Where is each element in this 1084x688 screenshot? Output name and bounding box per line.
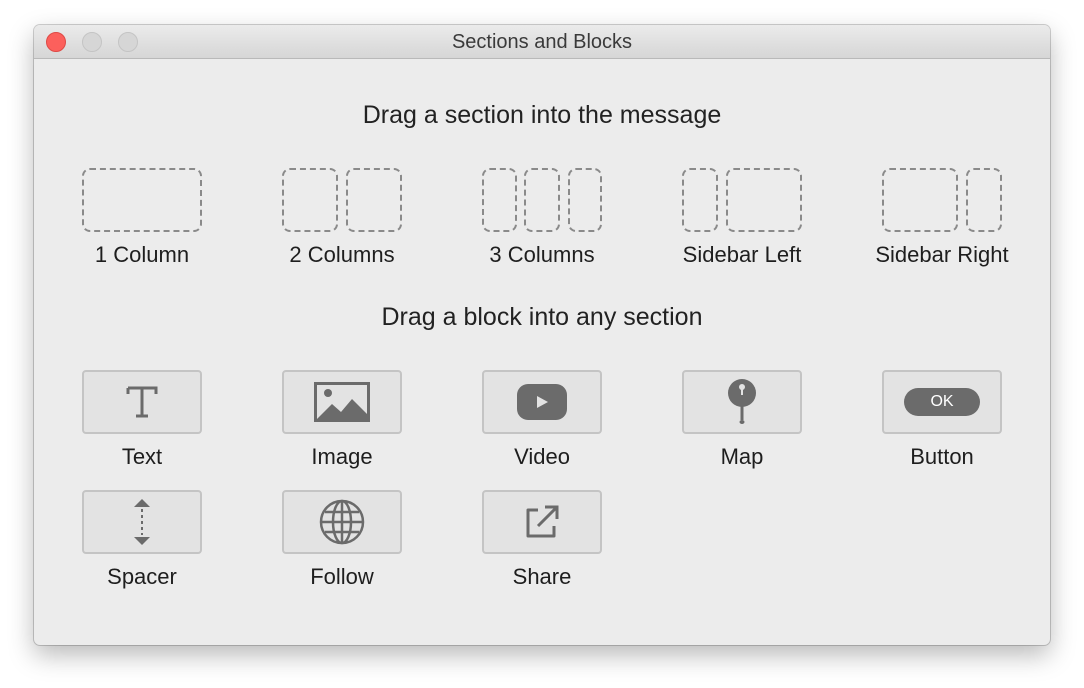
video-block-tile[interactable] <box>482 370 602 434</box>
block-map[interactable]: Map <box>662 370 822 470</box>
title-bar[interactable]: Sections and Blocks <box>34 25 1050 59</box>
block-follow[interactable]: Follow <box>262 490 422 590</box>
section-label: 3 Columns <box>489 242 595 267</box>
section-2-columns[interactable]: 2 Columns <box>262 168 422 268</box>
block-label: Spacer <box>107 564 177 589</box>
sections-heading: Drag a section into the message <box>362 101 722 129</box>
section-1-column[interactable]: 1 Column <box>62 168 222 268</box>
video-icon <box>517 384 567 420</box>
block-label: Image <box>311 444 373 469</box>
share-icon <box>526 505 559 538</box>
spacer-block-tile[interactable] <box>82 490 202 554</box>
section-3-columns[interactable]: 3 Columns <box>462 168 622 268</box>
window-title: Sections and Blocks <box>451 31 633 53</box>
map-block-tile[interactable] <box>682 370 802 434</box>
one-column-layout-icon <box>62 168 222 232</box>
sections-and-blocks-window: Sections and Blocks Drag a section into … <box>34 25 1050 645</box>
section-label: Sidebar Right <box>875 242 1009 267</box>
section-sidebar-right[interactable]: Sidebar Right <box>862 168 1022 268</box>
block-video[interactable]: Video <box>462 370 622 470</box>
sidebar-right-layout-icon <box>862 168 1022 232</box>
blocks-heading: Drag a block into any section <box>381 303 703 331</box>
section-label: 2 Columns <box>289 242 395 267</box>
sidebar-left-layout-icon <box>662 168 822 232</box>
block-text[interactable]: Text <box>62 370 222 470</box>
text-block-tile[interactable] <box>82 370 202 434</box>
block-image[interactable]: Image <box>262 370 422 470</box>
image-icon <box>314 382 370 422</box>
spacer-icon <box>134 499 150 545</box>
button-icon: OK <box>904 388 980 416</box>
block-label: Map <box>720 444 764 469</box>
block-label: Follow <box>310 564 374 589</box>
block-button[interactable]: OK Button <box>862 370 1022 470</box>
block-share[interactable]: Share <box>462 490 622 590</box>
three-columns-layout-icon <box>462 168 622 232</box>
block-label: Share <box>512 564 572 589</box>
two-columns-layout-icon <box>262 168 422 232</box>
text-icon <box>126 386 158 418</box>
map-pin-icon <box>728 379 756 424</box>
image-block-tile[interactable] <box>282 370 402 434</box>
block-label: Button <box>910 444 974 469</box>
block-label: Text <box>121 444 163 469</box>
section-label: 1 Column <box>94 242 190 267</box>
share-block-tile[interactable] <box>482 490 602 554</box>
block-label: Video <box>514 444 570 469</box>
button-block-tile[interactable]: OK <box>882 370 1002 434</box>
section-sidebar-left[interactable]: Sidebar Left <box>662 168 822 268</box>
block-spacer[interactable]: Spacer <box>62 490 222 590</box>
globe-icon <box>319 499 365 545</box>
section-label: Sidebar Left <box>682 242 802 267</box>
follow-block-tile[interactable] <box>282 490 402 554</box>
